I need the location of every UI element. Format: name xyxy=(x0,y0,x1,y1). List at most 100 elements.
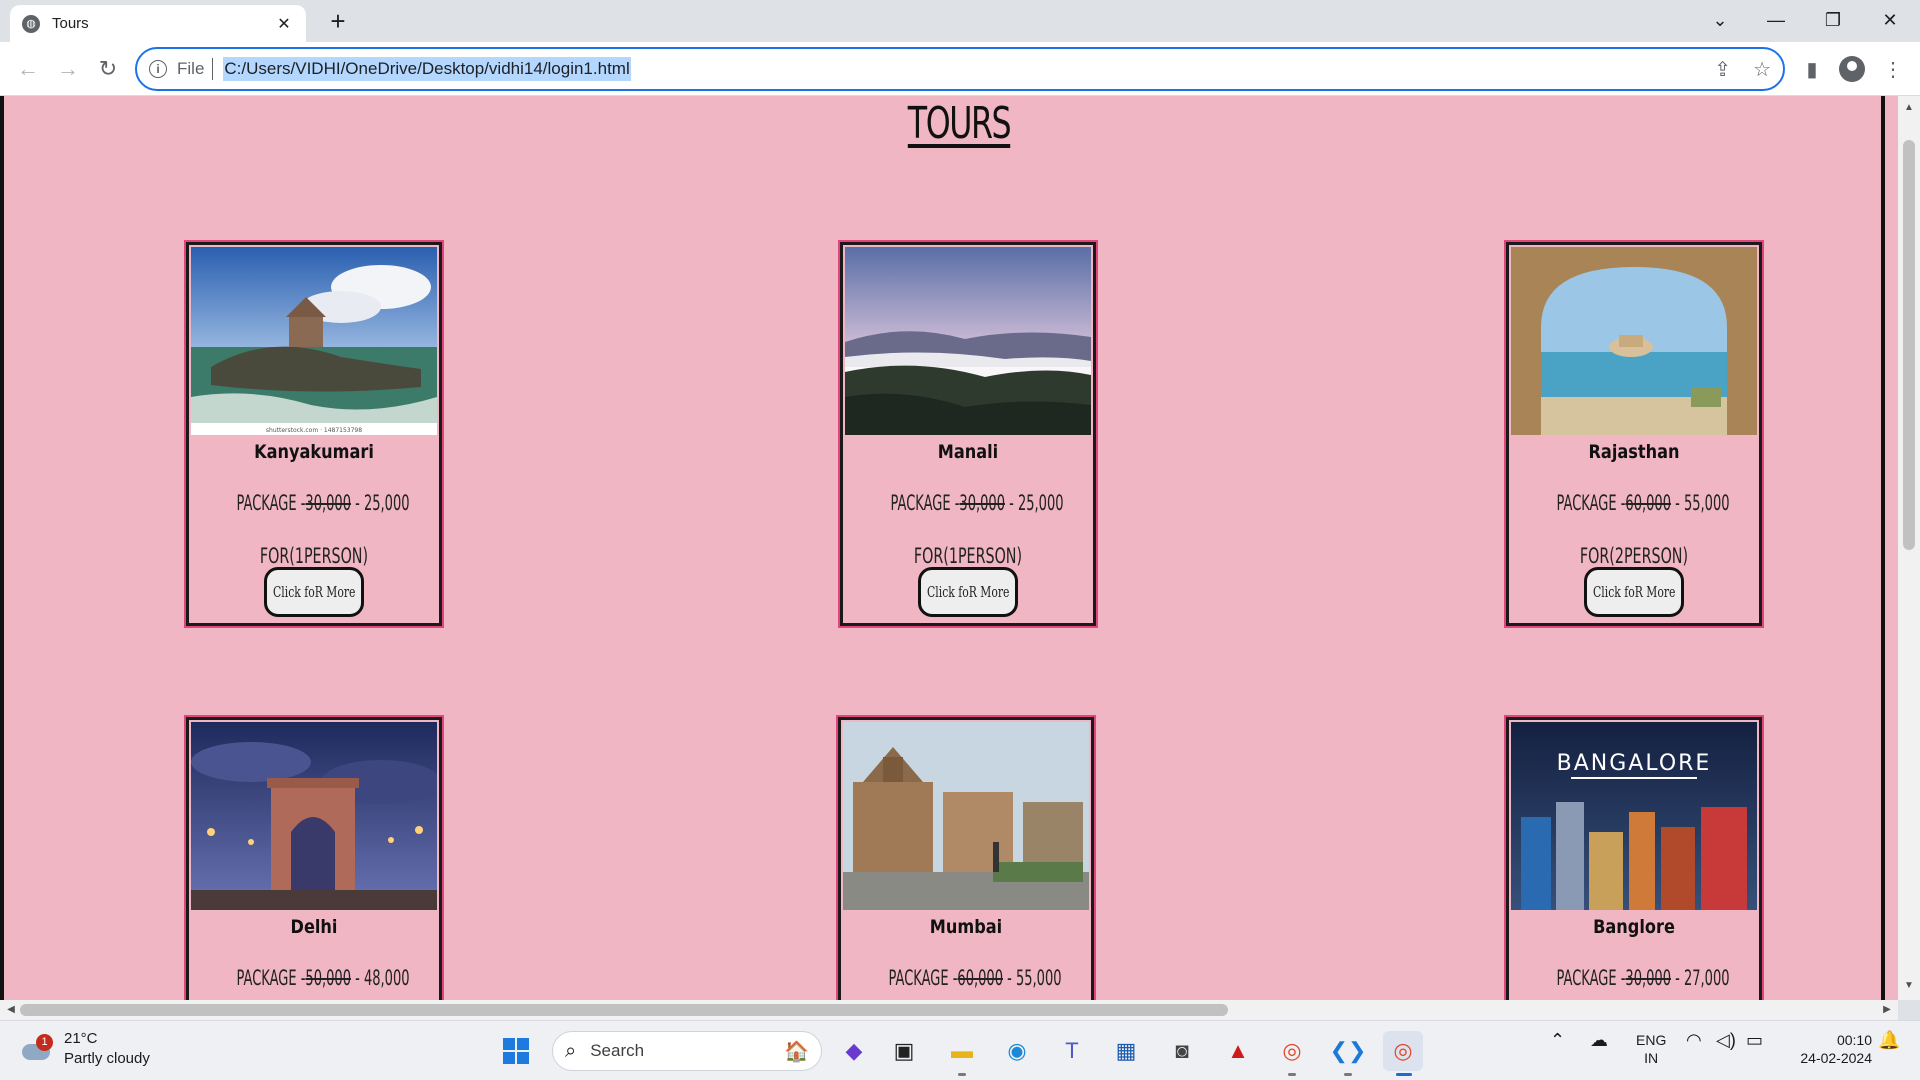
tab-title: Tours xyxy=(52,15,89,32)
clock[interactable]: 00:10 24-02-2024 xyxy=(1786,1031,1872,1067)
weather-condition: Partly cloudy xyxy=(64,1050,150,1067)
page-viewport: TOURS shutterstock.com · 1487153798 Kany… xyxy=(0,96,1898,1000)
tour-price: PACKAGE -60,000 - 55,000 xyxy=(1556,491,1730,515)
date: 24-02-2024 xyxy=(1800,1050,1872,1066)
camera-icon[interactable]: ◙ xyxy=(1162,1031,1202,1071)
temperature: 21°C xyxy=(64,1030,98,1047)
search-highlight-icon: 🏠 xyxy=(784,1040,809,1063)
old-price: 50,000 xyxy=(305,966,351,990)
new-price: 55,000 xyxy=(1683,491,1730,515)
url-text[interactable]: C:/Users/VIDHI/OneDrive/Desktop/vidhi14/… xyxy=(223,57,631,81)
manali-photo xyxy=(845,247,1091,435)
tour-price: PACKAGE -60,000 - 55,000 xyxy=(888,966,1062,990)
horizontal-scrollbar[interactable]: ◀ ▶ xyxy=(0,1000,1898,1020)
tour-name: Rajasthan xyxy=(1588,441,1680,463)
minimize-button[interactable]: — xyxy=(1756,4,1796,36)
tour-card-banglore: BANGALORE Banglore PACKAGE -30,000 - 27,… xyxy=(1506,717,1762,1000)
edge-icon[interactable]: ◉ xyxy=(997,1031,1037,1071)
vscode-icon[interactable]: ❮❯ xyxy=(1328,1031,1368,1071)
new-price: 25,000 xyxy=(363,491,410,515)
delhi-photo xyxy=(191,722,437,910)
tour-persons: FOR(1PERSON) xyxy=(259,544,369,568)
tour-name: Delhi xyxy=(290,916,338,938)
tab-tours[interactable]: ◍ Tours ✕ xyxy=(10,5,306,42)
bookmark-star-icon[interactable]: ☆ xyxy=(1753,57,1771,82)
tour-card-manali: Manali PACKAGE -30,000 - 25,000 FOR(1PER… xyxy=(840,242,1096,626)
close-tab-icon[interactable]: ✕ xyxy=(274,14,294,34)
click-for-more-button[interactable]: Click foR More xyxy=(918,567,1018,617)
search-label: Search xyxy=(590,1041,645,1060)
photo-caption: BANGALORE xyxy=(1557,751,1712,776)
kanyakumari-photo: shutterstock.com · 1487153798 xyxy=(191,247,437,435)
scroll-down-icon[interactable]: ▼ xyxy=(1898,980,1920,991)
address-bar[interactable]: i File C:/Users/VIDHI/OneDrive/Desktop/v… xyxy=(135,47,1785,91)
info-icon[interactable]: i xyxy=(149,60,167,78)
scroll-right-icon[interactable]: ▶ xyxy=(1876,1004,1898,1015)
restore-button[interactable]: ❐ xyxy=(1813,4,1853,36)
acrobat-icon[interactable]: ▲ xyxy=(1218,1031,1258,1071)
rajasthan-photo xyxy=(1511,247,1757,435)
mumbai-photo xyxy=(843,722,1089,910)
search-icon: ⌕ xyxy=(565,1039,577,1062)
windows-taskbar: 1 21°C Partly cloudy ⌕ Search 🏠 ◆ ▣ ▬ ◉ … xyxy=(0,1020,1920,1080)
tour-persons: FOR(1PERSON) xyxy=(913,544,1023,568)
vertical-scroll-thumb[interactable] xyxy=(1903,140,1915,550)
horizontal-scroll-thumb[interactable] xyxy=(20,1004,1228,1016)
weather-widget[interactable]: 1 21°C Partly cloudy xyxy=(22,1029,150,1069)
page-title: TOURS xyxy=(907,98,1012,149)
chrome-icon[interactable]: ◎ xyxy=(1272,1031,1312,1071)
task-view-icon[interactable]: ▣ xyxy=(884,1031,924,1071)
click-for-more-button[interactable]: Click foR More xyxy=(1584,567,1684,617)
divider xyxy=(212,58,214,80)
chrome-active-icon[interactable]: ◎ xyxy=(1383,1031,1423,1071)
file-explorer-icon[interactable]: ▬ xyxy=(942,1031,982,1071)
tour-price: PACKAGE -30,000 - 25,000 xyxy=(236,491,410,515)
windows-start-icon[interactable] xyxy=(496,1031,536,1071)
old-price: 60,000 xyxy=(957,966,1003,990)
new-price: 48,000 xyxy=(363,966,410,990)
battery-icon[interactable]: ▭ xyxy=(1746,1031,1763,1049)
tour-price: PACKAGE -50,000 - 48,000 xyxy=(236,966,410,990)
copilot-icon[interactable]: ◆ xyxy=(834,1031,874,1071)
scroll-up-icon[interactable]: ▲ xyxy=(1898,102,1920,113)
tab-search-icon[interactable]: ⌄ xyxy=(1700,4,1740,36)
reload-button[interactable]: ↻ xyxy=(92,53,124,85)
time: 00:10 xyxy=(1836,1032,1872,1048)
close-window-button[interactable]: ✕ xyxy=(1870,4,1910,36)
tour-card-delhi: Delhi PACKAGE -50,000 - 48,000 xyxy=(186,717,442,1000)
scroll-left-icon[interactable]: ◀ xyxy=(0,1004,22,1015)
menu-kebab-icon[interactable]: ⋮ xyxy=(1878,55,1908,85)
new-price: 55,000 xyxy=(1015,966,1062,990)
vertical-scrollbar[interactable]: ▲ ▼ xyxy=(1898,96,1920,1000)
show-hidden-icons[interactable]: ⌃ xyxy=(1550,1031,1565,1049)
old-price: 30,000 xyxy=(1625,966,1671,990)
globe-icon: ◍ xyxy=(22,14,40,33)
tour-persons: FOR(2PERSON) xyxy=(1579,544,1689,568)
notification-bell-icon[interactable]: 🔔 xyxy=(1878,1031,1900,1049)
taskbar-search[interactable]: ⌕ Search 🏠 xyxy=(552,1031,822,1071)
click-for-more-button[interactable]: Click foR More xyxy=(264,567,364,617)
tour-card-kanyakumari: shutterstock.com · 1487153798 Kanyakumar… xyxy=(186,242,442,626)
teams-icon[interactable]: T xyxy=(1052,1031,1092,1071)
tour-name: Kanyakumari xyxy=(254,441,374,463)
new-price: 25,000 xyxy=(1017,491,1064,515)
back-button[interactable]: ← xyxy=(12,53,44,85)
page-right-border xyxy=(1881,96,1885,1000)
notification-badge: 1 xyxy=(36,1034,53,1051)
share-icon[interactable]: ⇪ xyxy=(1714,57,1731,82)
browser-toolbar: ← → ↻ i File C:/Users/VIDHI/OneDrive/Des… xyxy=(0,42,1920,96)
wifi-icon[interactable]: ◠ xyxy=(1686,1031,1702,1049)
side-panel-icon[interactable]: ▮ xyxy=(1797,55,1827,85)
old-price: 30,000 xyxy=(305,491,351,515)
tour-price: PACKAGE -30,000 - 27,000 xyxy=(1556,966,1730,990)
store-icon[interactable]: ▦ xyxy=(1106,1031,1146,1071)
language-indicator[interactable]: ENG IN xyxy=(1636,1031,1666,1067)
tour-name: Banglore xyxy=(1593,916,1675,938)
volume-icon[interactable]: ◁) xyxy=(1716,1031,1736,1049)
scheme-label: File xyxy=(177,59,205,78)
profile-avatar-icon[interactable] xyxy=(1839,56,1865,82)
onedrive-icon[interactable]: ☁ xyxy=(1590,1031,1608,1049)
tour-price: PACKAGE -30,000 - 25,000 xyxy=(890,491,1064,515)
forward-button[interactable]: → xyxy=(52,53,84,85)
new-tab-button[interactable]: + xyxy=(322,6,354,38)
